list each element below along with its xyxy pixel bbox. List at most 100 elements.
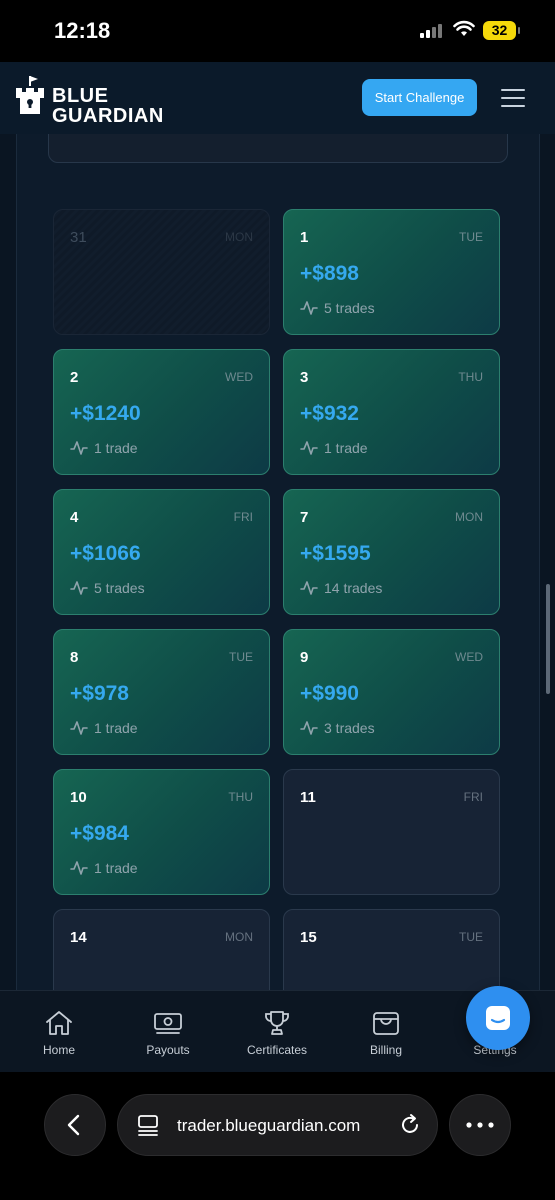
day-of-week: TUE	[229, 650, 253, 664]
activity-pulse-icon	[70, 861, 88, 875]
cellular-signal-icon	[420, 24, 446, 38]
activity-pulse-icon	[70, 721, 88, 735]
chevron-left-icon	[67, 1114, 80, 1136]
activity-pulse-icon	[300, 441, 318, 455]
nav-item-home[interactable]: Home	[4, 991, 114, 1073]
trade-count-text: 5 trades	[324, 300, 375, 316]
status-time: 12:18	[54, 18, 111, 43]
trade-count-text: 5 trades	[94, 580, 145, 596]
day-profit: +$1066	[70, 542, 141, 565]
nav-item-billing[interactable]: Billing	[331, 991, 441, 1073]
calendar-day-card: 31 MON	[53, 209, 270, 335]
url-bar[interactable]: trader.blueguardian.com	[117, 1094, 438, 1156]
chat-icon	[486, 1006, 510, 1030]
trade-count-text: 1 trade	[94, 720, 138, 736]
battery-icon: 32	[483, 21, 520, 40]
day-of-week: MON	[225, 230, 253, 244]
nav-item-certificates[interactable]: Certificates	[222, 991, 332, 1073]
trade-count-text: 1 trade	[94, 860, 138, 876]
day-of-week: TUE	[459, 930, 483, 944]
home-icon	[46, 1011, 72, 1035]
page-scrollbar[interactable]	[546, 584, 550, 694]
day-profit: +$978	[70, 682, 129, 705]
day-number: 1	[300, 229, 309, 246]
day-number: 15	[300, 929, 317, 946]
day-of-week: THU	[228, 790, 253, 804]
trade-count: 1 trade	[70, 859, 138, 877]
trade-count-text: 3 trades	[324, 720, 375, 736]
day-number: 31	[70, 229, 87, 246]
nav-label: Certificates	[246, 1043, 308, 1057]
money-icon	[154, 1013, 182, 1034]
start-challenge-button[interactable]: Start Challenge	[362, 79, 477, 116]
ellipsis-icon	[466, 1122, 494, 1128]
day-number: 10	[70, 789, 87, 806]
wifi-icon	[453, 20, 475, 36]
calendar-day-card[interactable]: 9 WED +$990 3 trades	[283, 629, 500, 755]
day-of-week: WED	[455, 650, 483, 664]
day-profit: +$1240	[70, 402, 141, 425]
day-of-week: FRI	[463, 790, 483, 804]
page-menu-icon	[138, 1115, 158, 1136]
wallet-icon	[373, 1012, 399, 1035]
nav-label: Home	[42, 1043, 75, 1057]
calendar-day-card[interactable]: 11 FRI	[283, 769, 500, 895]
trade-count-text: 14 trades	[324, 580, 383, 596]
day-number: 7	[300, 509, 309, 526]
activity-pulse-icon	[70, 441, 88, 455]
trade-count-text: 1 trade	[94, 440, 138, 456]
day-number: 2	[70, 369, 79, 386]
hamburger-menu-icon[interactable]	[497, 84, 529, 112]
day-of-week: WED	[225, 370, 253, 384]
chat-support-button[interactable]	[466, 986, 530, 1050]
activity-pulse-icon	[70, 581, 88, 595]
day-profit: +$984	[70, 822, 129, 845]
calendar-day-card[interactable]: 2 WED +$1240 1 trade	[53, 349, 270, 475]
status-bar: 12:18 32	[0, 0, 555, 62]
day-profit: +$1595	[300, 542, 371, 565]
day-number: 3	[300, 369, 309, 386]
calendar-day-card[interactable]: 14 MON	[53, 909, 270, 990]
app-header: BLUE GUARDIAN Start Challenge	[0, 62, 555, 134]
calendar-day-card[interactable]: 10 THU +$984 1 trade	[53, 769, 270, 895]
calendar-day-card[interactable]: 4 FRI +$1066 5 trades	[53, 489, 270, 615]
activity-pulse-icon	[300, 301, 318, 315]
reload-icon[interactable]	[398, 1113, 422, 1137]
trade-count: 3 trades	[300, 719, 375, 737]
nav-label: Payouts	[146, 1043, 190, 1057]
day-number: 8	[70, 649, 79, 666]
trade-count-text: 1 trade	[324, 440, 368, 456]
main-content: 31 MON 1 TUE +$898 5 trades 2 WED +$1240…	[0, 134, 555, 990]
trade-count: 1 trade	[70, 719, 138, 737]
day-number: 14	[70, 929, 87, 946]
day-of-week: TUE	[459, 230, 483, 244]
trade-count: 1 trade	[70, 439, 138, 457]
day-number: 9	[300, 649, 309, 666]
browser-toolbar: trader.blueguardian.com	[0, 1072, 555, 1200]
activity-pulse-icon	[300, 721, 318, 735]
calendar-day-card[interactable]: 8 TUE +$978 1 trade	[53, 629, 270, 755]
summary-card	[48, 134, 508, 163]
day-profit: +$932	[300, 402, 359, 425]
trophy-icon	[265, 1011, 289, 1035]
calendar-day-card[interactable]: 7 MON +$1595 14 trades	[283, 489, 500, 615]
trade-count: 1 trade	[300, 439, 368, 457]
url-text: trader.blueguardian.com	[177, 1116, 361, 1135]
day-of-week: MON	[225, 930, 253, 944]
nav-item-payouts[interactable]: Payouts	[113, 991, 223, 1073]
brand-logo[interactable]: BLUE GUARDIAN	[14, 72, 184, 127]
day-profit: +$898	[300, 262, 359, 285]
brand-name-line2: GUARDIAN	[52, 105, 164, 127]
brand-name-line1: BLUE	[52, 85, 109, 107]
day-number: 11	[300, 789, 316, 806]
nav-label: Billing	[369, 1043, 402, 1057]
calendar-day-card[interactable]: 1 TUE +$898 5 trades	[283, 209, 500, 335]
calendar-day-card[interactable]: 15 TUE	[283, 909, 500, 990]
day-of-week: FRI	[233, 510, 253, 524]
day-of-week: MON	[455, 510, 483, 524]
back-button[interactable]	[44, 1094, 106, 1156]
more-options-button[interactable]	[449, 1094, 511, 1156]
day-of-week: THU	[458, 370, 483, 384]
battery-level: 32	[491, 22, 508, 38]
calendar-day-card[interactable]: 3 THU +$932 1 trade	[283, 349, 500, 475]
